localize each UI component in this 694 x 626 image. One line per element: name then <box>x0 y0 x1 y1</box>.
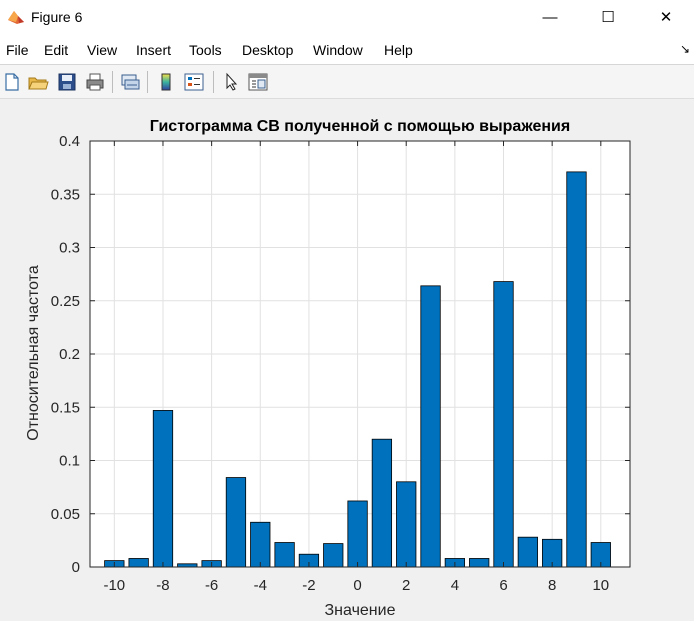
histogram-bar <box>250 521 271 568</box>
histogram-chart: -10 -8 -6 -4 -2 0 2 4 6 8 10 0 0.05 0.1 0.15 0.2 0.25 0.3… <box>25 118 631 619</box>
y-tick-label: 0.05 <box>51 506 80 523</box>
histogram-bar <box>225 477 247 568</box>
menu-desktop[interactable]: Desktop <box>242 42 293 58</box>
menu-insert[interactable]: Insert <box>136 42 171 58</box>
link-plot-icon[interactable] <box>119 71 141 93</box>
histogram-bar <box>420 285 441 568</box>
y-tick-label: 0.15 <box>51 399 80 416</box>
title-bar: Figure 6 — ☐ ✕ <box>0 0 694 34</box>
legend-icon[interactable] <box>183 71 205 93</box>
new-figure-icon[interactable] <box>1 71 23 93</box>
x-tick-label: -8 <box>156 577 169 594</box>
x-tick-label: 4 <box>451 577 459 594</box>
pointer-icon[interactable] <box>220 71 242 93</box>
x-tick-label: 0 <box>353 577 361 594</box>
minimize-icon: — <box>542 8 558 26</box>
x-axis-label: Значение <box>325 602 396 619</box>
histogram-bar <box>493 281 514 568</box>
x-tick-label: 6 <box>499 577 507 594</box>
x-tick-label: -6 <box>205 577 218 594</box>
histogram-bar <box>347 500 368 568</box>
menu-bar: File Edit View Insert Tools Desktop Wind… <box>0 34 694 64</box>
x-tick-label: 10 <box>592 577 609 594</box>
menu-file[interactable]: File <box>6 42 29 58</box>
maximize-button[interactable]: ☐ <box>578 0 638 34</box>
close-icon: ✕ <box>659 9 673 26</box>
x-tick-label: -4 <box>254 577 267 594</box>
histogram-bar <box>274 542 295 568</box>
menu-window[interactable]: Window <box>313 42 363 58</box>
menu-edit[interactable]: Edit <box>44 42 68 58</box>
x-tick-label: -2 <box>302 577 315 594</box>
menu-help[interactable]: Help <box>384 42 413 58</box>
colorbar-icon[interactable] <box>155 71 177 93</box>
histogram-bar <box>396 481 417 568</box>
minimize-button[interactable]: — <box>520 0 580 34</box>
save-icon[interactable] <box>56 71 78 93</box>
print-icon[interactable] <box>84 71 106 93</box>
y-axis-label: Относительная частота <box>25 265 42 441</box>
histogram-bar <box>371 438 393 568</box>
histogram-bar <box>469 558 490 568</box>
histogram-bar <box>517 536 538 568</box>
y-tick-label: 0.25 <box>51 293 80 310</box>
chart-title: Гистограмма СВ полученной с помощью выра… <box>150 118 570 135</box>
histogram-bar <box>566 171 587 568</box>
menu-view[interactable]: View <box>87 42 117 58</box>
x-tick-label: -10 <box>103 577 125 594</box>
histogram-bar <box>152 410 174 568</box>
toolbar-separator <box>213 71 214 93</box>
toolbar-separator <box>112 71 113 93</box>
window-bottom-edge <box>0 621 694 626</box>
toolbar <box>0 64 694 99</box>
histogram-bar <box>128 558 149 568</box>
figure-area: -10 -8 -6 -4 -2 0 2 4 6 8 10 0 0.05 0.1 0.15 0.2 0.25 0.3… <box>0 99 694 626</box>
histogram-bar <box>323 543 344 568</box>
window-title: Figure 6 <box>31 9 83 25</box>
property-editor-icon[interactable] <box>247 71 269 93</box>
toolbar-separator <box>147 71 148 93</box>
x-tick-label: 8 <box>548 577 556 594</box>
menu-tools[interactable]: Tools <box>189 42 222 58</box>
y-tick-label: 0.3 <box>59 240 80 257</box>
close-button[interactable]: ✕ <box>636 0 694 34</box>
y-tick-label: 0 <box>72 559 80 576</box>
y-tick-label: 0.4 <box>59 133 80 150</box>
matlab-icon <box>8 11 24 24</box>
maximize-icon: ☐ <box>601 9 615 26</box>
y-tick-label: 0.1 <box>59 453 80 470</box>
y-tick-label: 0.2 <box>59 346 80 363</box>
x-tick-label: 2 <box>402 577 410 594</box>
y-tick-label: 0.35 <box>51 186 80 203</box>
dock-arrow-icon[interactable]: ↘ <box>680 42 690 56</box>
open-file-icon[interactable] <box>27 71 49 93</box>
